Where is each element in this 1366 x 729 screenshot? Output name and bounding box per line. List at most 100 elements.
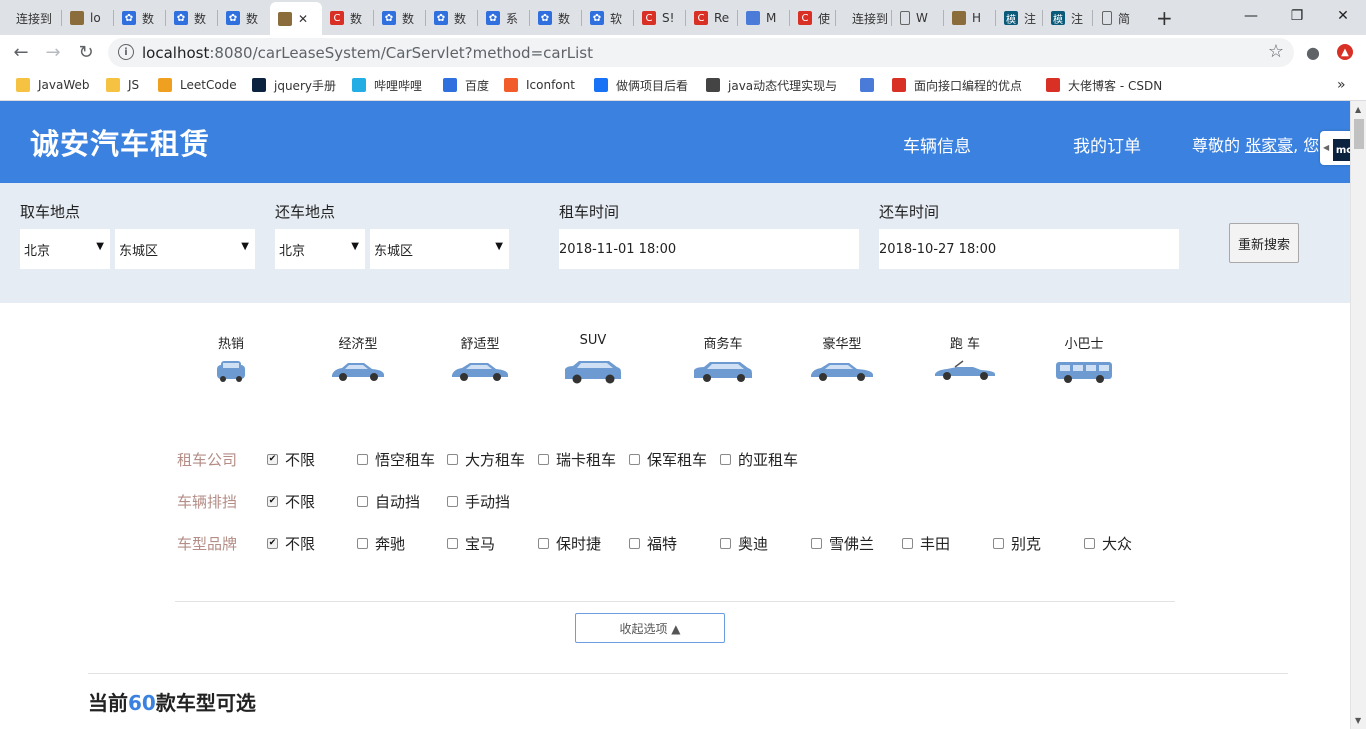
nav-my-orders[interactable]: 我的订单 <box>1073 132 1141 157</box>
bookmark-item[interactable]: JS <box>106 76 139 94</box>
rent-time-input[interactable]: 2018-11-01 18:00 <box>559 229 859 269</box>
checkbox[interactable] <box>629 454 640 465</box>
filter-option-gearbox[interactable]: 手动挡 <box>447 491 510 512</box>
browser-tab[interactable]: lo <box>62 4 112 32</box>
checkbox[interactable] <box>720 538 731 549</box>
browser-tab[interactable]: ✿ 数 <box>426 4 476 32</box>
filter-option-company[interactable]: 大方租车 <box>447 449 525 470</box>
filter-option-company[interactable]: 保军租车 <box>629 449 707 470</box>
side-widget[interactable]: ◀ mc <box>1320 131 1350 165</box>
filter-option-company[interactable]: 悟空租车 <box>357 449 435 470</box>
page-scrollbar[interactable]: ▲ ▼ <box>1350 101 1366 729</box>
checkbox[interactable] <box>447 454 458 465</box>
browser-tab[interactable]: 模注 <box>1043 4 1091 32</box>
checkbox[interactable] <box>902 538 913 549</box>
checkbox[interactable] <box>811 538 822 549</box>
browser-tab[interactable]: 连接到 <box>836 4 890 32</box>
bookmarks-more-button[interactable]: » <box>1337 76 1346 94</box>
filter-option-gearbox[interactable]: 自动挡 <box>357 491 420 512</box>
restore-button[interactable]: ❐ <box>1274 0 1320 32</box>
scroll-up-icon[interactable]: ▲ <box>1355 105 1361 114</box>
bookmark-item[interactable] <box>860 76 882 94</box>
collapse-options-button[interactable]: 收起选项 ▲ <box>575 613 725 643</box>
filter-option-brand[interactable]: 雪佛兰 <box>811 533 874 554</box>
browser-tab[interactable]: ✿ 数 <box>114 4 164 32</box>
browser-tab[interactable]: 模注 <box>996 4 1041 32</box>
minimize-button[interactable]: — <box>1228 0 1274 32</box>
forward-icon[interactable]: → <box>42 41 64 63</box>
back-icon[interactable]: ← <box>10 41 32 63</box>
car-type-item[interactable]: 跑 车 <box>920 333 1010 385</box>
bookmark-item[interactable]: 做俩项目后看 <box>594 76 688 94</box>
filter-option-brand[interactable]: 福特 <box>629 533 677 554</box>
filter-option-brand[interactable]: ✔ 不限 <box>267 533 315 554</box>
profile-icon[interactable]: ● <box>1302 41 1324 63</box>
browser-tab[interactable]: C Re <box>686 4 736 32</box>
extension-icon[interactable]: ▲ <box>1334 41 1356 63</box>
bookmark-item[interactable]: Iconfont <box>504 76 575 94</box>
nav-vehicle-info[interactable]: 车辆信息 <box>903 132 971 157</box>
research-button[interactable]: 重新搜索 <box>1229 223 1299 263</box>
filter-option-company[interactable]: ✔ 不限 <box>267 449 315 470</box>
bookmark-item[interactable]: java动态代理实现与 <box>706 76 837 94</box>
close-window-button[interactable]: ✕ <box>1320 0 1366 32</box>
address-bar[interactable]: i localhost:8080/carLeaseSystem/CarServl… <box>108 38 1294 67</box>
return-time-input[interactable]: 2018-10-27 18:00 <box>879 229 1179 269</box>
browser-tab[interactable]: ✕ <box>270 2 322 35</box>
filter-option-brand[interactable]: 奥迪 <box>720 533 768 554</box>
browser-tab[interactable]: ✿ 数 <box>374 4 424 32</box>
bookmark-item[interactable]: 百度 <box>443 76 489 94</box>
checkbox[interactable]: ✔ <box>267 496 278 507</box>
info-icon[interactable]: i <box>118 44 134 60</box>
filter-option-brand[interactable]: 丰田 <box>902 533 950 554</box>
checkbox[interactable] <box>357 538 368 549</box>
filter-option-brand[interactable]: 别克 <box>993 533 1041 554</box>
car-type-item[interactable]: 豪华型 <box>797 333 887 385</box>
return-district-select[interactable]: 东城区 ▼ <box>370 229 509 269</box>
checkbox[interactable] <box>629 538 640 549</box>
username-link[interactable]: 张家豪 <box>1245 136 1293 155</box>
filter-option-gearbox[interactable]: ✔ 不限 <box>267 491 315 512</box>
bookmark-item[interactable]: JavaWeb <box>16 76 90 94</box>
checkbox[interactable] <box>538 538 549 549</box>
scroll-thumb[interactable] <box>1354 119 1364 149</box>
bookmark-item[interactable]: 面向接口编程的优点 <box>892 76 1022 94</box>
car-type-item[interactable]: 热销 <box>186 333 276 385</box>
checkbox[interactable] <box>720 454 731 465</box>
bookmark-item[interactable]: jquery手册 <box>252 76 336 94</box>
filter-option-company[interactable]: 瑞卡租车 <box>538 449 616 470</box>
checkbox[interactable] <box>357 496 368 507</box>
browser-tab[interactable]: ✿ 数 <box>530 4 580 32</box>
car-type-item[interactable]: 商务车 <box>678 333 768 385</box>
return-city-select[interactable]: 北京 ▼ <box>275 229 365 269</box>
pickup-city-select[interactable]: 北京 ▼ <box>20 229 110 269</box>
bookmark-item[interactable]: 大佬博客 - CSDN <box>1046 76 1162 94</box>
filter-option-brand[interactable]: 奔驰 <box>357 533 405 554</box>
pickup-district-select[interactable]: 东城区 ▼ <box>115 229 255 269</box>
browser-tab[interactable]: ✿ 软 <box>582 4 632 32</box>
filter-option-brand[interactable]: 大众 <box>1084 533 1132 554</box>
checkbox[interactable] <box>447 538 458 549</box>
filter-option-brand[interactable]: 宝马 <box>447 533 495 554</box>
checkbox[interactable] <box>357 454 368 465</box>
filter-option-company[interactable]: 的亚租车 <box>720 449 798 470</box>
checkbox[interactable] <box>538 454 549 465</box>
browser-tab[interactable]: 简 <box>1094 4 1142 32</box>
reload-icon[interactable]: ↻ <box>75 41 97 63</box>
car-type-item[interactable]: 经济型 <box>313 333 403 385</box>
car-type-item[interactable]: SUV <box>548 333 638 385</box>
browser-tab[interactable]: W <box>892 4 942 32</box>
brand-logo-text[interactable]: 诚安汽车租赁 <box>30 121 210 163</box>
checkbox[interactable] <box>993 538 1004 549</box>
browser-tab[interactable]: H <box>944 4 994 32</box>
browser-tab[interactable]: ✿ 数 <box>218 4 268 32</box>
browser-tab[interactable]: M <box>738 4 788 32</box>
checkbox[interactable] <box>447 496 458 507</box>
browser-tab[interactable]: C数 <box>322 4 372 32</box>
checkbox[interactable] <box>1084 538 1095 549</box>
filter-option-brand[interactable]: 保时捷 <box>538 533 601 554</box>
scroll-down-icon[interactable]: ▼ <box>1355 716 1361 725</box>
car-type-item[interactable]: 舒适型 <box>435 333 525 385</box>
browser-tab[interactable]: ✿ 数 <box>166 4 216 32</box>
browser-tab[interactable]: 连接到 <box>0 4 60 32</box>
